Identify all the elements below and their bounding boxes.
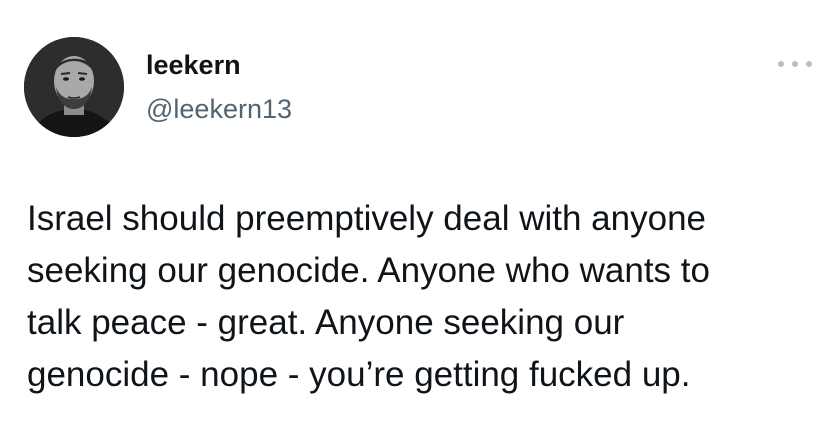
tweet-text-line: seeking our genocide. Anyone who wants t… bbox=[27, 251, 710, 290]
user-handle[interactable]: @leekern13 bbox=[146, 92, 292, 126]
more-options-dot bbox=[792, 61, 798, 67]
tweet-text-line: genocide - nope - you’re getting fucked … bbox=[27, 355, 691, 394]
display-name[interactable]: leekern bbox=[146, 48, 241, 82]
profile-photo-icon bbox=[24, 37, 124, 137]
tweet-text-line: Israel should preemptively deal with any… bbox=[27, 199, 706, 238]
more-options-icon[interactable] bbox=[778, 52, 812, 76]
tweet-card: leekern @leekern13 Israel should preempt… bbox=[0, 0, 826, 442]
more-options-dot bbox=[806, 61, 812, 67]
avatar[interactable] bbox=[24, 37, 124, 137]
tweet-text-line: talk peace - great. Anyone seeking our bbox=[27, 303, 625, 342]
more-options-dot bbox=[778, 61, 784, 67]
tweet-text: Israel should preemptively deal with any… bbox=[27, 193, 807, 401]
